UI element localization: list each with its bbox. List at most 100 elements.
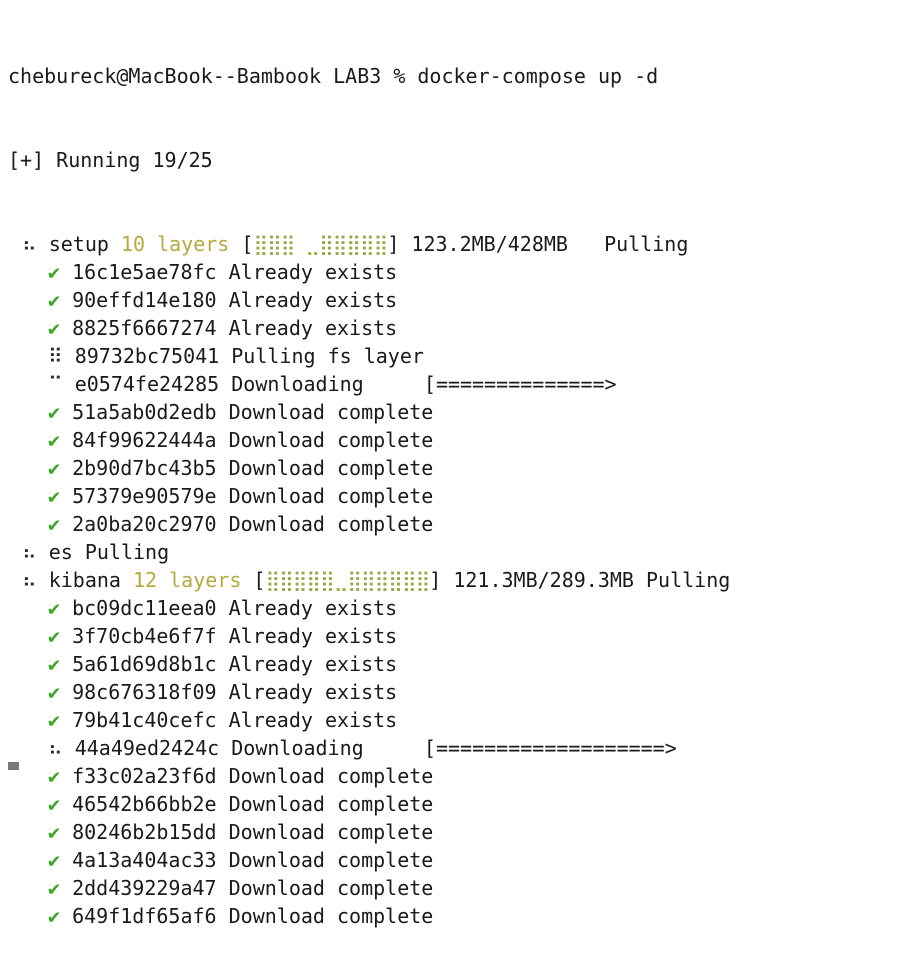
service-name: kibana bbox=[48, 568, 121, 592]
layer-line: ✔ 2a0ba20c2970 Download complete bbox=[8, 510, 904, 538]
spinner-icon: ⠉ bbox=[48, 372, 63, 396]
layer-status: Download complete bbox=[228, 876, 434, 900]
layer-status: Download complete bbox=[228, 792, 434, 816]
layer-line: ✔ 3f70cb4e6f7f Already exists bbox=[8, 622, 904, 650]
services-list: ⠦ setup 10 layers [⣿⣿⣿ ⣀⣿⣿⣿⣿⣿] 123.2MB/4… bbox=[8, 230, 904, 930]
layer-id: bc09dc11eea0 bbox=[72, 596, 217, 620]
layer-line: ✔ f33c02a23f6d Download complete bbox=[8, 762, 904, 790]
layer-line: ✔ 5a61d69d8b1c Already exists bbox=[8, 650, 904, 678]
service-size: 121.3MB/289.3MB bbox=[453, 568, 634, 592]
layer-id: 8825f6667274 bbox=[72, 316, 217, 340]
spinner-icon: ⠦ bbox=[22, 232, 37, 256]
prompt-line: chebureck@MacBook--Bambook LAB3 % docker… bbox=[8, 64, 659, 88]
spinner-icon: ⠿ bbox=[48, 344, 63, 368]
layer-line: ✔ 79b41c40cefc Already exists bbox=[8, 706, 904, 734]
layer-id: 649f1df65af6 bbox=[72, 904, 217, 928]
check-icon: ✔ bbox=[48, 876, 61, 900]
layer-line: ⠦ 44a49ed2424c Downloading [============… bbox=[8, 734, 904, 762]
check-icon: ✔ bbox=[48, 904, 61, 928]
layer-status: Download complete bbox=[228, 428, 434, 452]
check-icon: ✔ bbox=[48, 260, 61, 284]
service-name: es Pulling bbox=[48, 540, 170, 564]
service-status: Pulling bbox=[604, 232, 689, 256]
running-status: [+] Running 19/25 bbox=[8, 148, 213, 172]
layer-id: f33c02a23f6d bbox=[72, 764, 217, 788]
layer-status: Already exists bbox=[228, 624, 398, 648]
layer-line: ✔ 57379e90579e Download complete bbox=[8, 482, 904, 510]
layer-line: ✔ 16c1e5ae78fc Already exists bbox=[8, 258, 904, 286]
check-icon: ✔ bbox=[48, 708, 61, 732]
layer-status: Already exists bbox=[228, 260, 398, 284]
layer-id: 84f99622444a bbox=[72, 428, 217, 452]
service-line: ⠦ es Pulling bbox=[8, 538, 904, 566]
check-icon: ✔ bbox=[48, 400, 61, 424]
layer-status: Download complete bbox=[228, 512, 434, 536]
layer-status: Download complete bbox=[228, 400, 434, 424]
layer-id: 98c676318f09 bbox=[72, 680, 217, 704]
layer-status: Download complete bbox=[228, 848, 434, 872]
check-icon: ✔ bbox=[48, 680, 61, 704]
check-icon: ✔ bbox=[48, 792, 61, 816]
progress-bracket-close: ] bbox=[429, 568, 442, 592]
spinner-icon: ⠦ bbox=[22, 540, 37, 564]
layer-id: 89732bc75041 bbox=[74, 344, 220, 368]
layer-status: Pulling fs layer bbox=[231, 344, 424, 368]
service-status: Pulling bbox=[646, 568, 731, 592]
layer-line: ✔ 51a5ab0d2edb Download complete bbox=[8, 398, 904, 426]
service-layers: 12 layers bbox=[133, 568, 242, 592]
layer-line: ✔ 46542b66bb2e Download complete bbox=[8, 790, 904, 818]
layer-id: 2dd439229a47 bbox=[72, 876, 217, 900]
layer-id: 2b90d7bc43b5 bbox=[72, 456, 217, 480]
spinner-icon: ⠦ bbox=[22, 568, 37, 592]
check-icon: ✔ bbox=[48, 624, 61, 648]
layer-id: 51a5ab0d2edb bbox=[72, 400, 217, 424]
terminal-output[interactable]: chebureck@MacBook--Bambook LAB3 % docker… bbox=[8, 6, 904, 958]
layer-line: ✔ 649f1df65af6 Download complete bbox=[8, 902, 904, 930]
layer-line: ✔ 80246b2b15dd Download complete bbox=[8, 818, 904, 846]
layer-id: 16c1e5ae78fc bbox=[72, 260, 217, 284]
check-icon: ✔ bbox=[48, 288, 61, 312]
progress-bracket-open: [ bbox=[241, 232, 254, 256]
service-line: ⠦ kibana 12 layers [⣿⣿⣿⣿⣿⣀⣿⣿⣿⣿⣿⣿] 121.3M… bbox=[8, 566, 904, 594]
layer-line: ✔ 8825f6667274 Already exists bbox=[8, 314, 904, 342]
check-icon: ✔ bbox=[48, 848, 61, 872]
layer-status: Download complete bbox=[228, 904, 434, 928]
check-icon: ✔ bbox=[48, 820, 61, 844]
check-icon: ✔ bbox=[48, 764, 61, 788]
layer-progress-bar: ⣿⣿⣿ ⣀⣿⣿⣿⣿⣿ bbox=[253, 232, 388, 256]
layer-status: Download complete bbox=[228, 764, 434, 788]
layer-line: ⠉ e0574fe24285 Downloading [============… bbox=[8, 370, 904, 398]
check-icon: ✔ bbox=[48, 652, 61, 676]
service-size: 123.2MB/428MB bbox=[411, 232, 568, 256]
service-line: ⠦ setup 10 layers [⣿⣿⣿ ⣀⣿⣿⣿⣿⣿] 123.2MB/4… bbox=[8, 230, 904, 258]
check-icon: ✔ bbox=[48, 428, 61, 452]
layer-progress-bar: ⣿⣿⣿⣿⣿⣀⣿⣿⣿⣿⣿⣿ bbox=[265, 568, 430, 592]
layer-id: 5a61d69d8b1c bbox=[72, 652, 217, 676]
layer-line: ✔ 98c676318f09 Already exists bbox=[8, 678, 904, 706]
layer-line: ✔ 2b90d7bc43b5 Download complete bbox=[8, 454, 904, 482]
service-name: setup bbox=[48, 232, 109, 256]
check-icon: ✔ bbox=[48, 316, 61, 340]
layer-status: Already exists bbox=[228, 316, 398, 340]
layer-id: 3f70cb4e6f7f bbox=[72, 624, 217, 648]
check-icon: ✔ bbox=[48, 512, 61, 536]
layer-line: ✔ 2dd439229a47 Download complete bbox=[8, 874, 904, 902]
layer-line: ✔ 90effd14e180 Already exists bbox=[8, 286, 904, 314]
layer-status: Already exists bbox=[228, 680, 398, 704]
layer-status: Download complete bbox=[228, 484, 434, 508]
service-layers: 10 layers bbox=[120, 232, 230, 256]
layer-line: ✔ 4a13a404ac33 Download complete bbox=[8, 846, 904, 874]
layer-id: 46542b66bb2e bbox=[72, 792, 217, 816]
layer-status: Already exists bbox=[228, 708, 398, 732]
terminal-cursor bbox=[8, 762, 19, 770]
layer-status: Already exists bbox=[228, 288, 398, 312]
layer-line: ⠿ 89732bc75041 Pulling fs layer bbox=[8, 342, 904, 370]
check-icon: ✔ bbox=[48, 596, 61, 620]
layer-status: Download complete bbox=[228, 456, 434, 480]
layer-id: 80246b2b15dd bbox=[72, 820, 217, 844]
check-icon: ✔ bbox=[48, 484, 61, 508]
layer-id: 4a13a404ac33 bbox=[72, 848, 217, 872]
layer-line: ✔ 84f99622444a Download complete bbox=[8, 426, 904, 454]
spinner-icon: ⠦ bbox=[48, 736, 63, 760]
layer-id: 79b41c40cefc bbox=[72, 708, 217, 732]
